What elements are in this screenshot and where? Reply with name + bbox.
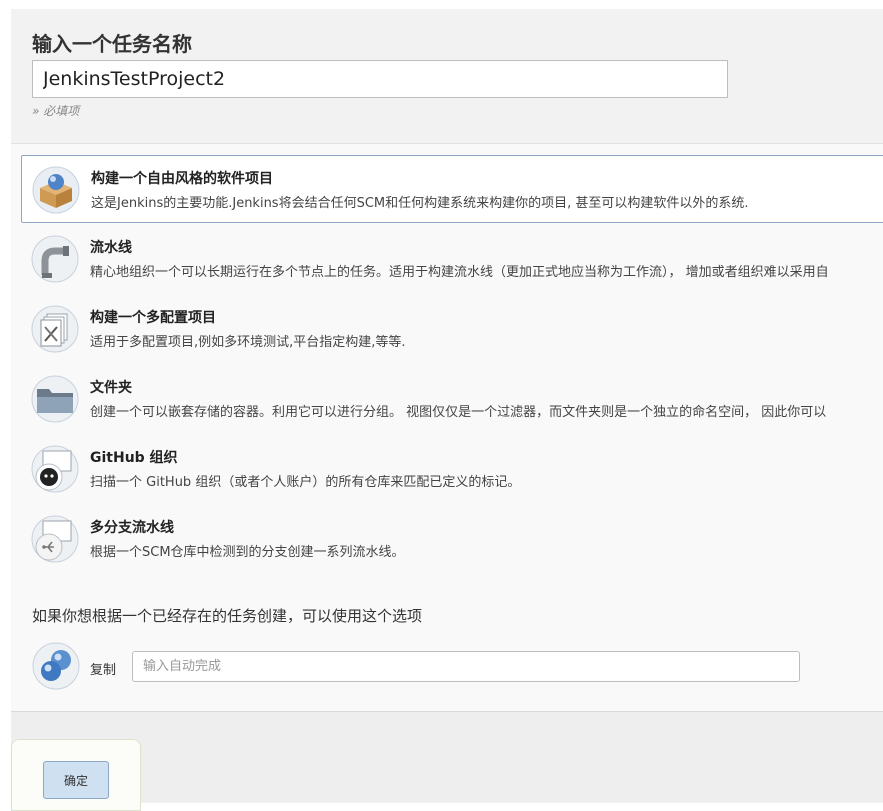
required-note: » 必填项 <box>32 104 80 118</box>
bottom-bar <box>11 712 883 802</box>
type-description: 这是Jenkins的主要功能.Jenkins将会结合任何SCM和任何构建系统来构… <box>91 196 749 211</box>
type-title: 文件夹 <box>90 380 132 396</box>
type-item-pipeline[interactable]: 流水线 精心地组织一个可以长期运行在多个节点上的任务。适用于构建流水线（更加正式… <box>21 225 883 293</box>
item-name-input[interactable] <box>32 60 728 98</box>
type-description: 适用于多配置项目,例如多环境测试,平台指定构建,等等. <box>90 335 406 350</box>
type-title: 构建一个自由风格的软件项目 <box>91 171 273 187</box>
type-item-folder[interactable]: 文件夹 创建一个可以嵌套存储的容器。利用它可以进行分组。 视图仅仅是一个过滤器，… <box>21 365 883 433</box>
item-type-list: 构建一个自由风格的软件项目 这是Jenkins的主要功能.Jenkins将会结合… <box>11 143 883 586</box>
github-org-icon <box>31 445 79 493</box>
item-name-header: 输入一个任务名称 » 必填项 <box>11 9 883 143</box>
type-title: GitHub 组织 <box>90 450 178 466</box>
folder-icon <box>31 375 79 423</box>
ok-button[interactable]: 确定 <box>43 761 109 799</box>
copy-spheres-icon <box>32 642 80 690</box>
type-description: 扫描一个 GitHub 组织（或者个人账户）的所有仓库来匹配已定义的标记。 <box>90 475 521 490</box>
copy-from-section: 如果你想根据一个已经存在的任务创建，可以使用这个选项 复制 <box>11 585 883 712</box>
type-title: 流水线 <box>90 240 132 256</box>
copy-label: 复制 <box>90 663 117 678</box>
multi-config-icon <box>31 305 79 353</box>
type-description: 精心地组织一个可以长期运行在多个节点上的任务。适用于构建流水线（更加正式地应当称… <box>90 265 829 280</box>
pipeline-icon <box>31 235 79 283</box>
copy-heading: 如果你想根据一个已经存在的任务创建，可以使用这个选项 <box>32 607 423 625</box>
freestyle-box-icon <box>32 166 80 214</box>
type-item-multi-config[interactable]: 构建一个多配置项目 适用于多配置项目,例如多环境测试,平台指定构建,等等. <box>21 295 883 363</box>
page-title: 输入一个任务名称 <box>32 32 192 56</box>
type-item-freestyle[interactable]: 构建一个自由风格的软件项目 这是Jenkins的主要功能.Jenkins将会结合… <box>21 155 883 223</box>
type-title: 多分支流水线 <box>90 520 174 536</box>
type-title: 构建一个多配置项目 <box>90 310 216 326</box>
type-item-multibranch-pipeline[interactable]: 多分支流水线 根据一个SCM仓库中检测到的分支创建一系列流水线。 <box>21 505 883 573</box>
multibranch-pipeline-icon <box>31 515 79 563</box>
copy-from-input[interactable] <box>132 651 800 682</box>
type-description: 创建一个可以嵌套存储的容器。利用它可以进行分组。 视图仅仅是一个过滤器，而文件夹… <box>90 405 827 420</box>
type-description: 根据一个SCM仓库中检测到的分支创建一系列流水线。 <box>90 545 405 560</box>
type-item-github-org[interactable]: GitHub 组织 扫描一个 GitHub 组织（或者个人账户）的所有仓库来匹配… <box>21 435 883 503</box>
